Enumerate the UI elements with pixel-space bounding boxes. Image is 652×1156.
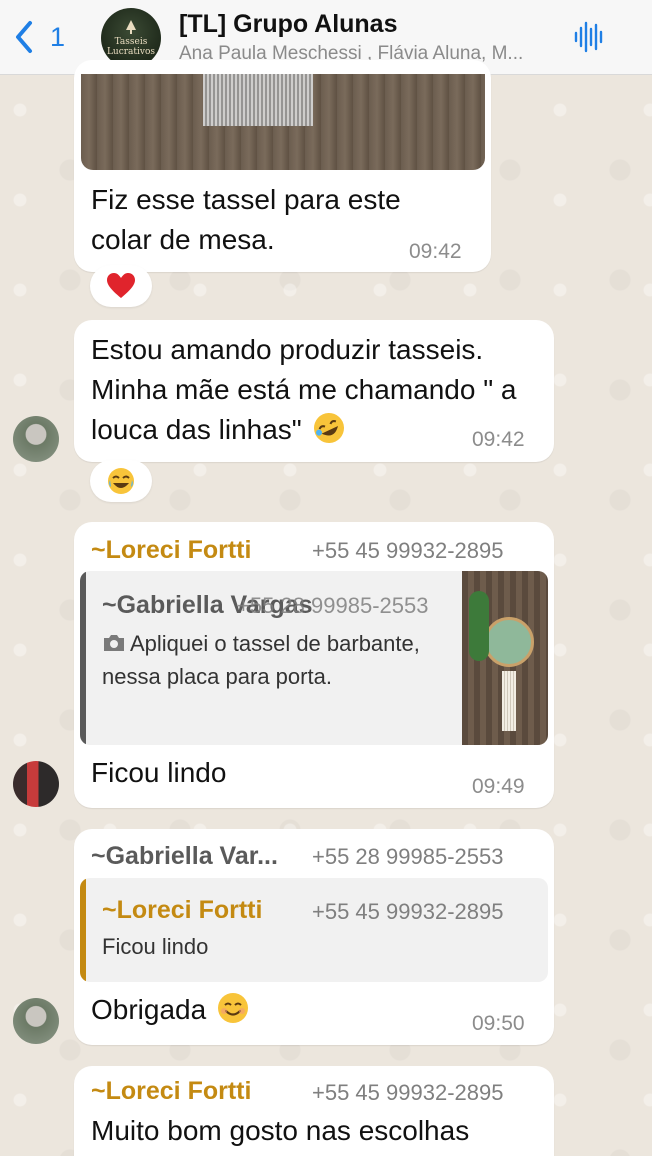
sender-phone: +55 45 99932-2895 — [312, 538, 504, 563]
message-bubble[interactable]: ~Gabriella Var... +55 28 99985-2553 ~Lor… — [74, 829, 554, 1045]
quoted-message[interactable]: ~Loreci Fortti +55 45 99932-2895 Ficou l… — [80, 878, 548, 982]
sender-phone: +55 45 99932-2895 — [312, 1080, 504, 1105]
quoted-text: Apliquei o tassel de barbante, nessa pla… — [102, 627, 422, 693]
message-bubble[interactable]: Fiz esse tassel para este colar de mesa.… — [74, 60, 491, 272]
chat-title-area[interactable]: [TL] Grupo Alunas Ana Paula Meschessi , … — [179, 10, 559, 65]
message-bubble[interactable]: ~Loreci Fortti +55 45 99932-2895 ~Gabrie… — [74, 522, 554, 808]
camera-icon — [104, 635, 124, 651]
message-time: 09:49 — [472, 775, 525, 798]
rofl-emoji — [313, 413, 344, 443]
quote-bar — [80, 878, 86, 982]
logo-tree-icon — [126, 20, 136, 34]
sender-name[interactable]: ~Gabriella Var... — [91, 842, 278, 871]
message-text: Fiz esse tassel para este colar de mesa. — [91, 184, 401, 255]
group-avatar-line2: Lucrativos — [106, 47, 156, 57]
tassel-photo-detail — [203, 74, 313, 126]
audio-wave-icon[interactable] — [572, 20, 606, 54]
quoted-sender-phone: +55 28 99985-2553 — [237, 593, 429, 618]
message-bubble[interactable]: ~Loreci Fortti +55 45 99932-2895 Muito b… — [74, 1066, 554, 1156]
message-text: Ficou lindo — [91, 757, 227, 788]
sender-avatar[interactable] — [13, 416, 59, 462]
heart-emoji — [107, 273, 135, 298]
tassel-detail — [502, 671, 516, 731]
message-bubble[interactable]: Estou amando produzir tasseis. Minha mãe… — [74, 320, 554, 462]
sender-name[interactable]: ~Loreci Fortti — [91, 1077, 251, 1106]
message-time: 09:42 — [409, 240, 462, 263]
quoted-message[interactable]: ~Gabriella Vargas +55 28 99985-2553 Apli… — [80, 571, 548, 745]
chat-title: [TL] Grupo Alunas — [179, 10, 398, 38]
message-text-content: Obrigada — [91, 994, 207, 1025]
message-text: Muito bom gosto nas escolhas — [91, 1115, 470, 1146]
message-image[interactable] — [81, 74, 485, 170]
quoted-text: Ficou lindo — [102, 934, 209, 959]
unread-count: 1 — [50, 21, 66, 52]
sender-avatar[interactable] — [13, 761, 59, 807]
quoted-sender-phone: +55 45 99932-2895 — [312, 899, 504, 924]
plant-detail — [469, 591, 489, 661]
message-text: Obrigada — [91, 990, 250, 1030]
message-text-content: Estou amando produzir tasseis. Minha mãe… — [91, 334, 517, 445]
back-button[interactable]: 1 — [10, 14, 65, 60]
group-avatar-line1: Tasseis — [114, 37, 148, 47]
quoted-text-content: Apliquei o tassel de barbante, nessa pla… — [102, 631, 420, 689]
reaction-badge[interactable] — [90, 460, 152, 502]
message-time: 09:42 — [472, 428, 525, 451]
quoted-image-thumbnail[interactable] — [462, 571, 548, 745]
message-time: 09:50 — [472, 1012, 525, 1035]
quoted-sender-name: ~Loreci Fortti — [102, 896, 263, 924]
smile-emoji — [217, 993, 248, 1023]
joy-emoji — [108, 468, 134, 494]
quote-bar — [80, 571, 86, 745]
group-avatar[interactable]: Tasseis Lucrativos — [101, 8, 161, 68]
door-plaque-detail — [484, 617, 534, 667]
sender-avatar[interactable] — [13, 998, 59, 1044]
sender-name[interactable]: ~Loreci Fortti — [91, 536, 251, 564]
sender-line: ~Loreci Fortti — [91, 536, 251, 565]
chevron-left-icon — [16, 21, 32, 53]
sender-phone: +55 28 99985-2553 — [312, 844, 504, 869]
reaction-badge[interactable] — [90, 265, 152, 307]
